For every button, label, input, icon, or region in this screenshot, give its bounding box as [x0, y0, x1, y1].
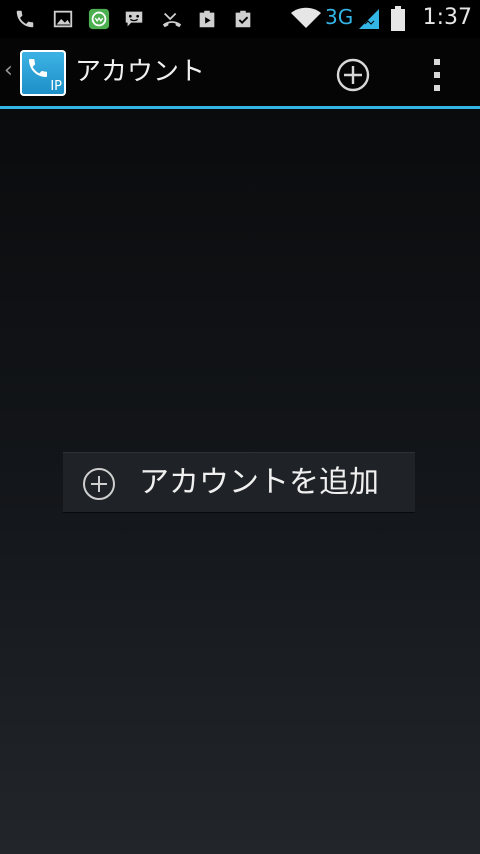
- app-icon: IP: [20, 50, 66, 96]
- battery-icon: [391, 6, 405, 31]
- image-icon: [53, 10, 73, 28]
- phone-icon: [16, 10, 34, 28]
- clock: 1:37: [422, 5, 472, 30]
- app-icon-label: IP: [50, 79, 62, 94]
- clipboard-check-icon: [235, 10, 251, 28]
- action-bar: ‹ IP アカウント: [0, 38, 480, 106]
- up-caret-icon: ‹: [4, 58, 13, 83]
- play-store-icon: [199, 10, 215, 28]
- chat-icon: [125, 11, 143, 27]
- phone-handset-icon: [29, 59, 47, 77]
- page-title: アカウント: [75, 57, 206, 87]
- status-bar-right: 3G 1:37: [290, 0, 480, 38]
- whatsapp-icon: [88, 8, 110, 30]
- network-type: 3G: [325, 5, 354, 29]
- add-circle-icon: [83, 468, 115, 500]
- add-account-button[interactable]: アカウントを追加: [63, 452, 415, 513]
- wifi-icon: [291, 7, 321, 28]
- main-content: アカウントを追加: [0, 109, 480, 854]
- status-bar: 3G 1:37: [0, 0, 480, 38]
- up-navigation[interactable]: ‹ IP: [0, 38, 70, 106]
- add-account-label: アカウントを追加: [139, 465, 379, 500]
- screen: 3G 1:37 ‹ IP アカウント アカウントを追加: [0, 0, 480, 854]
- overflow-menu-icon[interactable]: [420, 55, 454, 95]
- add-circle-icon[interactable]: [333, 55, 373, 95]
- signal-icon: [359, 9, 379, 29]
- missed-call-icon: [162, 12, 182, 28]
